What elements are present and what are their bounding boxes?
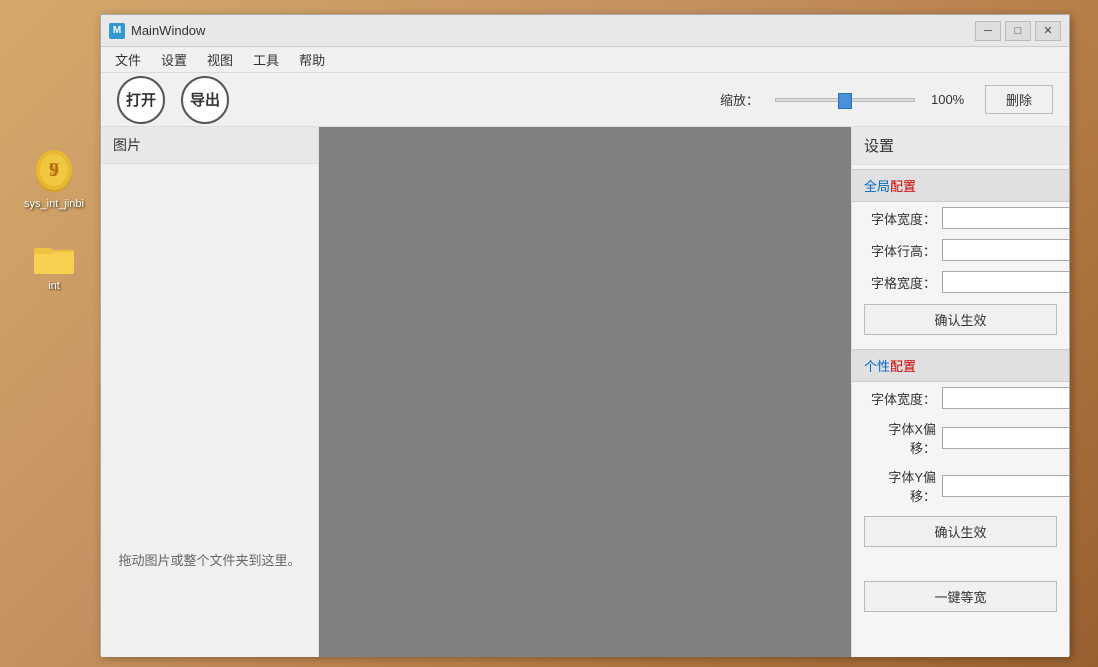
desktop-icon-coin-label: sys_int_jinbi [24,198,84,210]
menu-help[interactable]: 帮助 [289,47,335,72]
menu-file[interactable]: 文件 [105,47,151,72]
zoom-slider-thumb[interactable] [838,93,852,109]
global-section-label-1: 全局 [864,179,890,194]
global-space-width-row: 字格宽度： [852,266,1069,298]
global-font-width-row: 字体宽度： [852,202,1069,234]
one-key-button[interactable]: 一键等宽 [864,581,1057,612]
image-panel: 图片 拖动图片或整个文件夹到这里。 [101,127,319,657]
menu-bar: 文件 设置 视图 工具 帮助 [101,47,1069,73]
personal-font-width-input[interactable] [942,387,1069,409]
content-area: 图片 拖动图片或整个文件夹到这里。 设置 全局配置 字体宽度： 字体行高： 字格… [101,127,1069,657]
delete-button[interactable]: 删除 [985,85,1053,114]
global-font-width-input[interactable] [942,207,1069,229]
desktop-icons: 9 ¥ sys_int_jinbi int [18,150,90,292]
global-confirm-button[interactable]: 确认生效 [864,304,1057,335]
desktop-icon-folder-label: int [48,280,60,292]
personal-confirm-button[interactable]: 确认生效 [864,516,1057,547]
zoom-slider-container [775,98,915,102]
personal-section-label-1: 个性 [864,359,890,374]
menu-view[interactable]: 视图 [197,47,243,72]
title-bar-controls: ─ □ ✕ [975,21,1061,41]
folder-icon [32,240,76,276]
desktop-icon-coin[interactable]: 9 ¥ sys_int_jinbi [18,150,90,210]
personal-x-offset-row: 字体X偏移： [852,414,1069,462]
close-button[interactable]: ✕ [1035,21,1061,41]
drop-hint: 拖动图片或整个文件夹到这里。 [101,542,318,577]
settings-panel: 设置 全局配置 字体宽度： 字体行高： 字格宽度： 确认生效 个性配置 [851,127,1069,657]
svg-text:¥: ¥ [49,159,59,181]
title-bar: M MainWindow ─ □ ✕ [101,15,1069,47]
toolbar: 打开 导出 缩放： 100% 删除 [101,73,1069,127]
minimize-button[interactable]: ─ [975,21,1001,41]
personal-x-offset-label: 字体X偏移： [864,419,936,457]
global-line-height-input[interactable] [942,239,1069,261]
personal-font-width-row: 字体宽度： [852,382,1069,414]
global-section-header: 全局配置 [852,169,1069,202]
export-button[interactable]: 导出 [181,76,229,124]
open-button[interactable]: 打开 [117,76,165,124]
personal-y-offset-input[interactable] [942,475,1069,497]
preview-panel[interactable] [319,127,851,657]
personal-x-offset-input[interactable] [942,427,1069,449]
image-panel-header: 图片 [101,127,318,164]
zoom-slider[interactable] [775,98,915,102]
personal-section-header: 个性配置 [852,349,1069,382]
menu-tools[interactable]: 工具 [243,47,289,72]
personal-y-offset-label: 字体Y偏移： [864,467,936,505]
global-space-width-label: 字格宽度： [864,273,936,292]
menu-settings[interactable]: 设置 [151,47,197,72]
global-line-height-row: 字体行高： [852,234,1069,266]
window-icon: M [109,23,125,39]
zoom-percent: 100% [931,92,969,107]
coin-icon: 9 ¥ [34,150,74,194]
global-line-height-label: 字体行高： [864,241,936,260]
personal-y-offset-row: 字体Y偏移： [852,462,1069,510]
window-title: MainWindow [131,23,975,38]
maximize-button[interactable]: □ [1005,21,1031,41]
desktop-icon-folder[interactable]: int [18,240,90,292]
global-section-label-2: 配置 [890,179,916,194]
global-font-width-label: 字体宽度： [864,209,936,228]
zoom-label: 缩放： [720,90,759,109]
personal-font-width-label: 字体宽度： [864,389,936,408]
personal-section-label-2: 配置 [890,359,916,374]
main-window: M MainWindow ─ □ ✕ 文件 设置 视图 工具 帮助 打开 导出 … [100,14,1070,656]
global-space-width-input[interactable] [942,271,1069,293]
settings-title: 设置 [852,127,1069,165]
